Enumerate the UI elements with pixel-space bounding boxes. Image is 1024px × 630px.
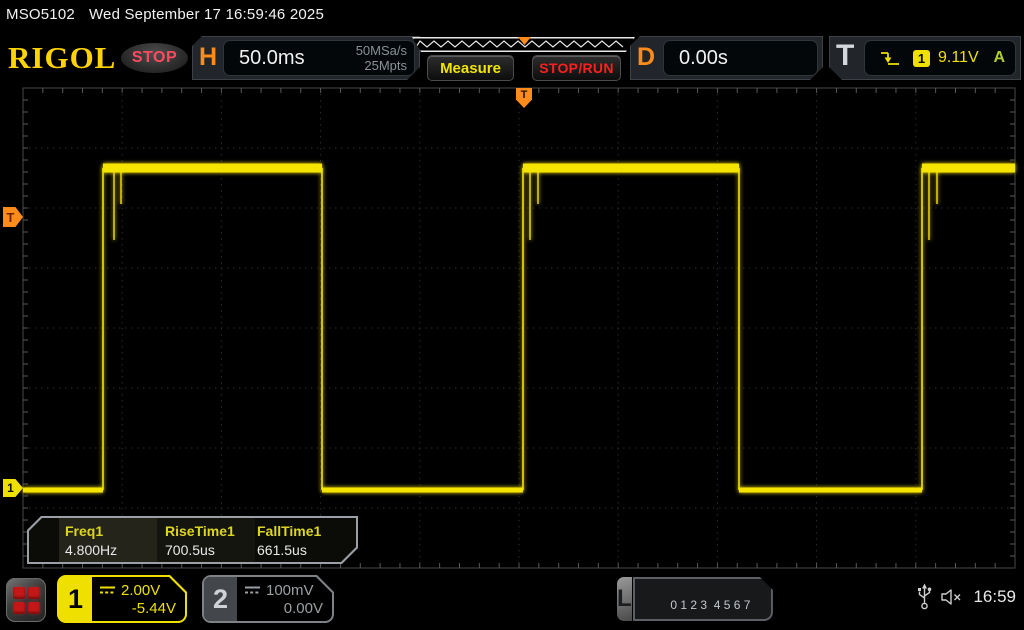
measurement-panel[interactable]: Freq1 RiseTime1 FallTime1 4.800Hz 700.5u…: [27, 516, 358, 564]
dc-coupling-icon: [244, 585, 261, 595]
oscilloscope-screen: MSO5102 Wed September 17 16:59:46 2025 RI…: [0, 0, 1024, 630]
quad-grid-icon[interactable]: [6, 578, 46, 622]
delay-panel[interactable]: D 0.00s: [630, 36, 823, 80]
measurement-value: 700.5us: [165, 542, 215, 558]
logic-label: L: [617, 577, 632, 621]
trigger-panel[interactable]: T 1 9.11V A: [829, 36, 1021, 80]
speaker-muted-icon: [940, 588, 965, 606]
channel1-offset: -5.44V: [99, 600, 176, 617]
bottom-bar: 1 2.00V -5.44V 2: [0, 573, 1024, 630]
sample-rate: 50MSa/s: [356, 43, 407, 58]
channel2-offset: 0.00V: [244, 600, 323, 617]
waveform-position-bar[interactable]: [412, 37, 635, 52]
stop-run-button[interactable]: STOP/RUN: [532, 55, 621, 81]
dc-coupling-icon: [99, 585, 116, 595]
usb-icon: [917, 583, 932, 610]
delay-label: D: [637, 43, 655, 72]
timebase-value: 50.0ms: [239, 47, 305, 70]
measure-button[interactable]: Measure: [427, 55, 514, 81]
measurement-label: FallTime1: [257, 523, 321, 539]
instrument-model: MSO5102: [6, 6, 75, 23]
channel1-number: 1: [59, 577, 92, 621]
measurement-value: 661.5us: [257, 542, 307, 558]
channel2-scale: 100mV: [266, 582, 314, 599]
channel2-number: 2: [204, 577, 237, 621]
datetime-text: Wed September 17 16:59:46 2025: [89, 6, 324, 23]
logic-analyzer-panel[interactable]: L 0 1 2 3 4 5 6 7 8 9 1011 12131415: [617, 577, 748, 621]
trigger-sweep-mode: A: [993, 49, 1005, 67]
trigger-source-badge: 1: [913, 50, 930, 67]
measurement-label: Freq1: [65, 523, 103, 539]
horizontal-panel[interactable]: H 50.0ms 50MSa/s 25Mpts: [192, 36, 420, 80]
channel1-badge[interactable]: 1 2.00V -5.44V: [57, 575, 187, 623]
titlebar: MSO5102 Wed September 17 16:59:46 2025: [6, 6, 324, 23]
trigger-level-value: 9.11V: [938, 49, 979, 67]
channel1-scale: 2.00V: [121, 582, 160, 599]
channel2-badge[interactable]: 2 100mV 0.00V: [202, 575, 334, 623]
acquisition-status-label: STOP: [132, 49, 177, 67]
acquisition-status-badge: STOP: [121, 43, 188, 73]
logic-channels-row1: 0 1 2 3 4 5 6 7: [670, 598, 750, 612]
falling-edge-icon: [879, 50, 901, 67]
measurement-value: 4.800Hz: [65, 542, 117, 558]
delay-value: 0.00s: [679, 47, 728, 70]
trigger-label: T: [836, 39, 854, 73]
memory-depth: 25Mpts: [364, 58, 407, 73]
horizontal-label: H: [199, 43, 217, 72]
clock: 16:59: [973, 587, 1016, 607]
measurement-label: RiseTime1: [165, 523, 235, 539]
rigol-logo: RIGOL: [8, 40, 116, 76]
